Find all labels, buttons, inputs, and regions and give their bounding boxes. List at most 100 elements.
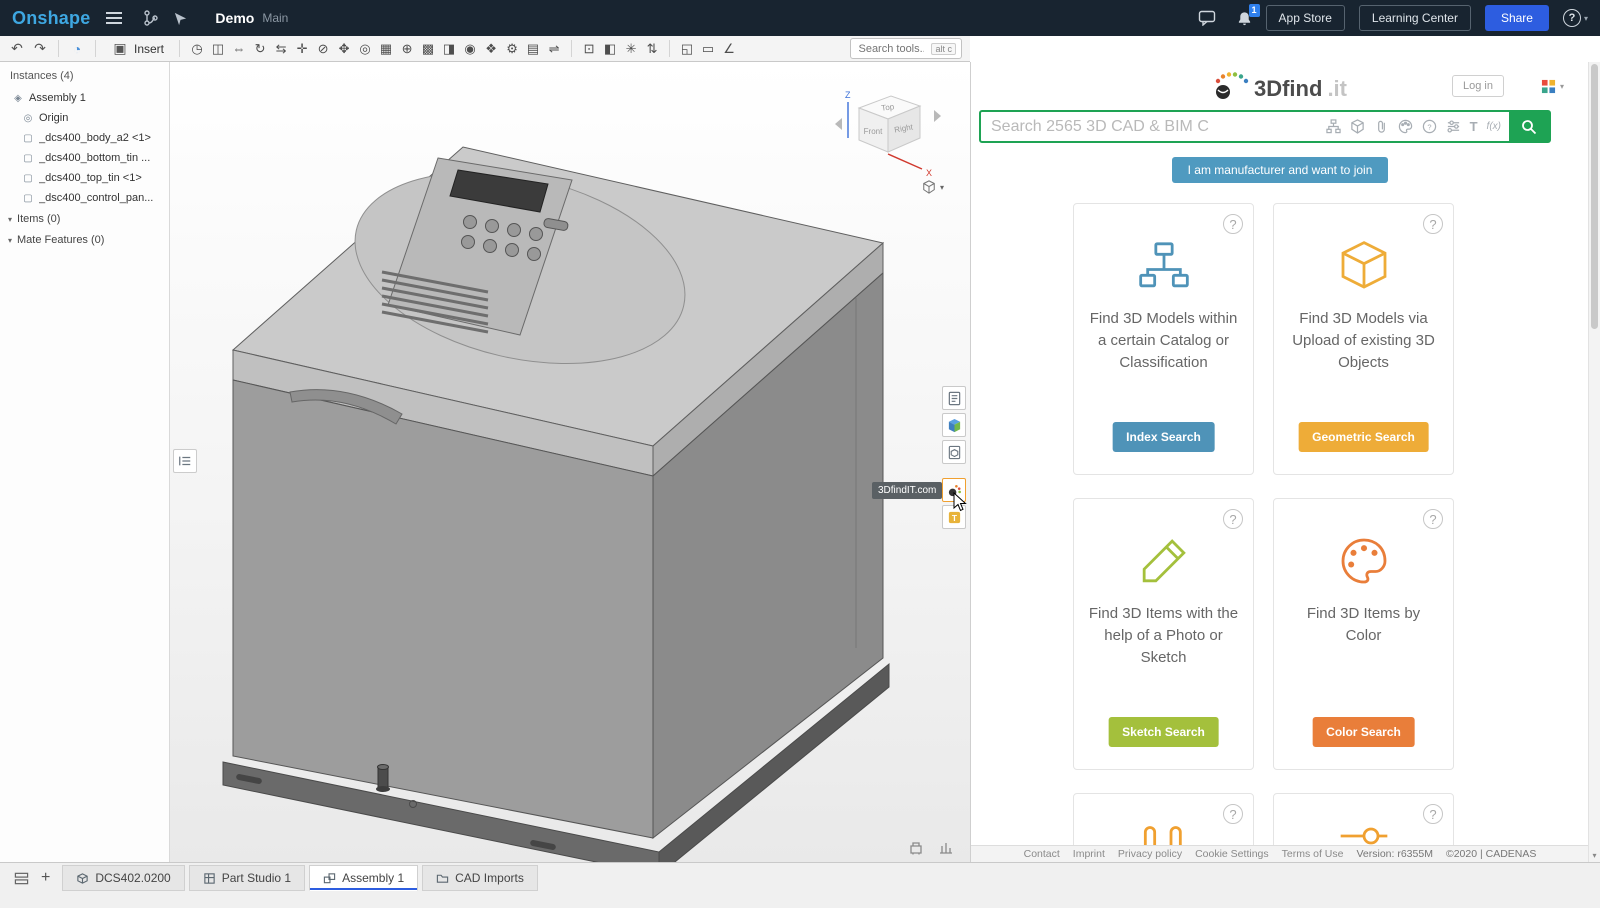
- tool-search-input[interactable]: [856, 42, 926, 56]
- redo-icon[interactable]: ↷: [31, 40, 49, 57]
- tab-assembly-1[interactable]: Assembly 1: [309, 865, 418, 891]
- filter-sliders-icon[interactable]: [1446, 119, 1461, 134]
- items-section[interactable]: ▾ Items (0): [0, 208, 169, 229]
- help-icon[interactable]: ?: [1223, 214, 1243, 234]
- flat-pattern-icon[interactable]: ▭: [700, 42, 716, 55]
- geometric-search-icon[interactable]: [1350, 119, 1365, 134]
- tool-search-box[interactable]: alt c: [850, 38, 962, 59]
- language-selector[interactable]: ▾: [1541, 79, 1564, 94]
- assembly-tree-toggle-button[interactable]: [173, 449, 197, 473]
- search-button[interactable]: [1509, 112, 1549, 141]
- tab-cad-imports[interactable]: CAD Imports: [422, 865, 538, 891]
- tree-item-part[interactable]: ▢ _dcs400_body_a2 <1>: [0, 128, 169, 148]
- help-icon[interactable]: ?: [1423, 214, 1443, 234]
- undo-icon[interactable]: ↶: [8, 40, 26, 57]
- manufacturer-join-button[interactable]: I am manufacturer and want to join: [1172, 157, 1389, 183]
- sheet-metal-icon[interactable]: ◱: [679, 42, 695, 55]
- geometric-search-button[interactable]: Geometric Search: [1298, 422, 1429, 452]
- mate-icon[interactable]: ◫: [210, 42, 226, 55]
- divider: [669, 40, 670, 57]
- app-store-button[interactable]: App Store: [1266, 5, 1345, 31]
- follow-mode-icon[interactable]: [173, 11, 188, 26]
- help-icon[interactable]: ?: [1423, 509, 1443, 529]
- circular-pattern-icon[interactable]: ◉: [462, 42, 478, 55]
- group-icon[interactable]: ▦: [378, 42, 394, 55]
- pattern-icon[interactable]: ▩: [420, 42, 436, 55]
- tab-dcs402[interactable]: DCS402.0200: [62, 865, 184, 891]
- gear-relation-icon[interactable]: ⚙: [504, 42, 520, 55]
- tree-item-part[interactable]: ▢ _dsc400_control_pan...: [0, 188, 169, 208]
- onshape-logo[interactable]: Onshape: [12, 8, 90, 29]
- pin-slot-mate-icon[interactable]: ✥: [336, 42, 352, 55]
- view-cube[interactable]: Z X Top Front Right: [834, 86, 944, 186]
- snapshot-icon[interactable]: ⊡: [581, 42, 597, 55]
- scale-icon[interactable]: [938, 840, 954, 856]
- ball-mate-icon[interactable]: ◎: [357, 42, 373, 55]
- attachment-icon[interactable]: [1374, 119, 1389, 134]
- cylindrical-mate-icon[interactable]: ⊘: [315, 42, 331, 55]
- findit-search-input[interactable]: [981, 118, 1326, 136]
- index-search-button[interactable]: Index Search: [1112, 422, 1215, 452]
- rack-relation-icon[interactable]: ▤: [525, 42, 541, 55]
- help-icon[interactable]: ?: [1223, 804, 1243, 824]
- view-options-button[interactable]: ▾: [922, 180, 944, 194]
- fastened-mate-icon[interactable]: ⇔: [231, 42, 247, 55]
- tree-item-part[interactable]: ▢ _dcs400_top_tin <1>: [0, 168, 169, 188]
- tree-item-part[interactable]: ▢ _dcs400_bottom_tin ...: [0, 148, 169, 168]
- function-search-icon[interactable]: f(x): [1487, 121, 1501, 132]
- named-views-button[interactable]: [942, 386, 966, 410]
- tree-item-origin[interactable]: ◎ Origin: [0, 108, 169, 128]
- named-positions-icon[interactable]: ⇅: [644, 42, 660, 55]
- comments-icon[interactable]: [1198, 10, 1216, 26]
- workspace-name[interactable]: Main: [262, 11, 288, 25]
- insert-button[interactable]: ▣ Insert: [105, 38, 170, 59]
- help-menu[interactable]: ? ▾: [1563, 9, 1588, 27]
- display-states-icon[interactable]: ◧: [602, 42, 618, 55]
- revolute-mate-icon[interactable]: ↻: [252, 42, 268, 55]
- graphics-viewport[interactable]: Z X Top Front Right ▾: [170, 62, 970, 862]
- contact-link[interactable]: Contact: [1024, 848, 1060, 860]
- help-icon[interactable]: ?: [1563, 9, 1581, 27]
- color-search-button[interactable]: Color Search: [1312, 717, 1415, 747]
- manage-tabs-icon[interactable]: [14, 871, 29, 886]
- terms-link[interactable]: Terms of Use: [1282, 848, 1344, 860]
- add-tab-button[interactable]: +: [41, 870, 50, 886]
- plot-icon[interactable]: [908, 840, 924, 856]
- configurations-button[interactable]: [942, 440, 966, 464]
- parts-view-button[interactable]: [942, 413, 966, 437]
- screw-relation-icon[interactable]: ⇌: [546, 42, 562, 55]
- classification-icon[interactable]: [1326, 119, 1341, 134]
- versions-icon[interactable]: [143, 10, 159, 26]
- help-icon[interactable]: ?: [1223, 509, 1243, 529]
- scroll-down-arrow-icon[interactable]: ▾: [1589, 851, 1600, 860]
- text-search-icon[interactable]: T: [1470, 119, 1478, 134]
- clock-icon[interactable]: ◷: [189, 42, 205, 55]
- login-button[interactable]: Log in: [1452, 75, 1504, 97]
- linear-pattern-icon[interactable]: ◨: [441, 42, 457, 55]
- help-icon[interactable]: ?: [1423, 804, 1443, 824]
- notifications-icon[interactable]: 1: [1237, 11, 1252, 26]
- mate-connector-icon[interactable]: ⊕: [399, 42, 415, 55]
- sketch-search-button[interactable]: Sketch Search: [1108, 717, 1219, 747]
- color-search-icon[interactable]: [1398, 119, 1413, 134]
- scrollbar-thumb[interactable]: [1591, 64, 1598, 329]
- findit-logo[interactable]: 3Dfind.it: [1213, 72, 1347, 100]
- planar-mate-icon[interactable]: ✛: [294, 42, 310, 55]
- mate-features-section[interactable]: ▾ Mate Features (0): [0, 229, 169, 250]
- orbit-icon[interactable]: ◔: [68, 41, 86, 57]
- cookie-settings-link[interactable]: Cookie Settings: [1195, 848, 1269, 860]
- findit-scrollbar[interactable]: ▾: [1588, 62, 1600, 862]
- main-menu-icon[interactable]: [106, 12, 122, 24]
- tree-item-assembly[interactable]: ◈ Assembly 1: [0, 88, 169, 108]
- imprint-link[interactable]: Imprint: [1073, 848, 1105, 860]
- learning-center-button[interactable]: Learning Center: [1359, 5, 1471, 31]
- tab-part-studio-1[interactable]: Part Studio 1: [189, 865, 305, 891]
- replicate-icon[interactable]: ❖: [483, 42, 499, 55]
- exploded-view-icon[interactable]: ✳: [623, 42, 639, 55]
- help-search-icon[interactable]: ?: [1422, 119, 1437, 134]
- insert-label: Insert: [134, 42, 164, 56]
- slider-mate-icon[interactable]: ⇆: [273, 42, 289, 55]
- measure-icon[interactable]: ∠: [721, 42, 737, 55]
- privacy-link[interactable]: Privacy policy: [1118, 848, 1182, 860]
- share-button[interactable]: Share: [1485, 5, 1549, 31]
